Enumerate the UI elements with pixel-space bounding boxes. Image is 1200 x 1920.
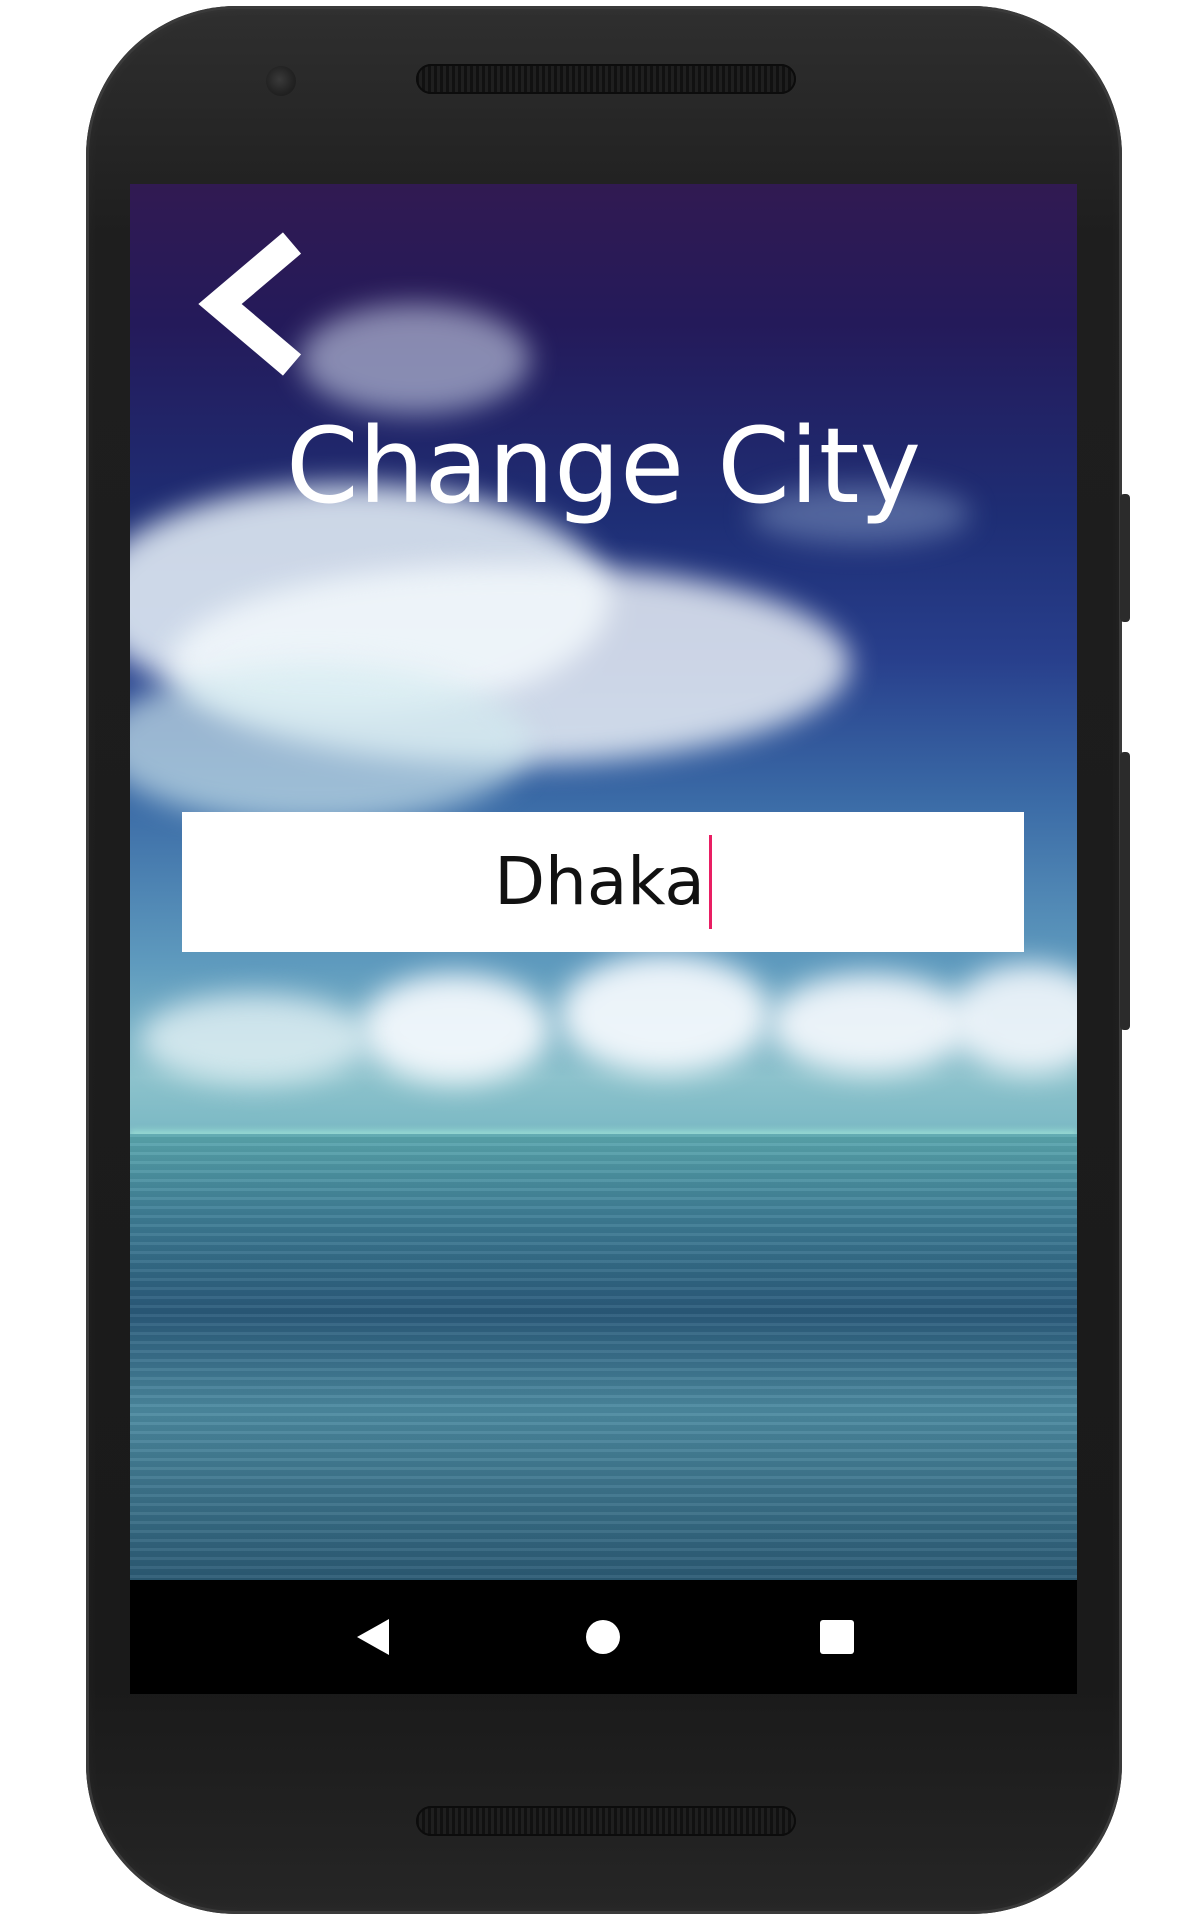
system-navigation-bar (130, 1580, 1077, 1694)
nav-recents-icon (820, 1620, 854, 1654)
text-caret (708, 835, 712, 929)
back-button[interactable] (190, 229, 310, 379)
volume-button[interactable] (1120, 752, 1130, 1030)
page-title: Change City (285, 405, 922, 527)
power-button[interactable] (1120, 494, 1130, 622)
nav-back-button[interactable] (338, 1602, 408, 1672)
top-speaker (416, 64, 796, 94)
app-screen: Change City Dhaka (130, 184, 1077, 1580)
bottom-speaker (416, 1806, 796, 1836)
city-input[interactable]: Dhaka (182, 812, 1024, 952)
nav-back-icon (357, 1619, 389, 1655)
nav-home-button[interactable] (568, 1602, 638, 1672)
nav-recents-button[interactable] (802, 1602, 872, 1672)
city-input-value[interactable]: Dhaka (494, 842, 705, 922)
front-camera (266, 66, 296, 96)
chevron-left-icon (198, 232, 302, 376)
nav-home-icon (586, 1620, 620, 1654)
